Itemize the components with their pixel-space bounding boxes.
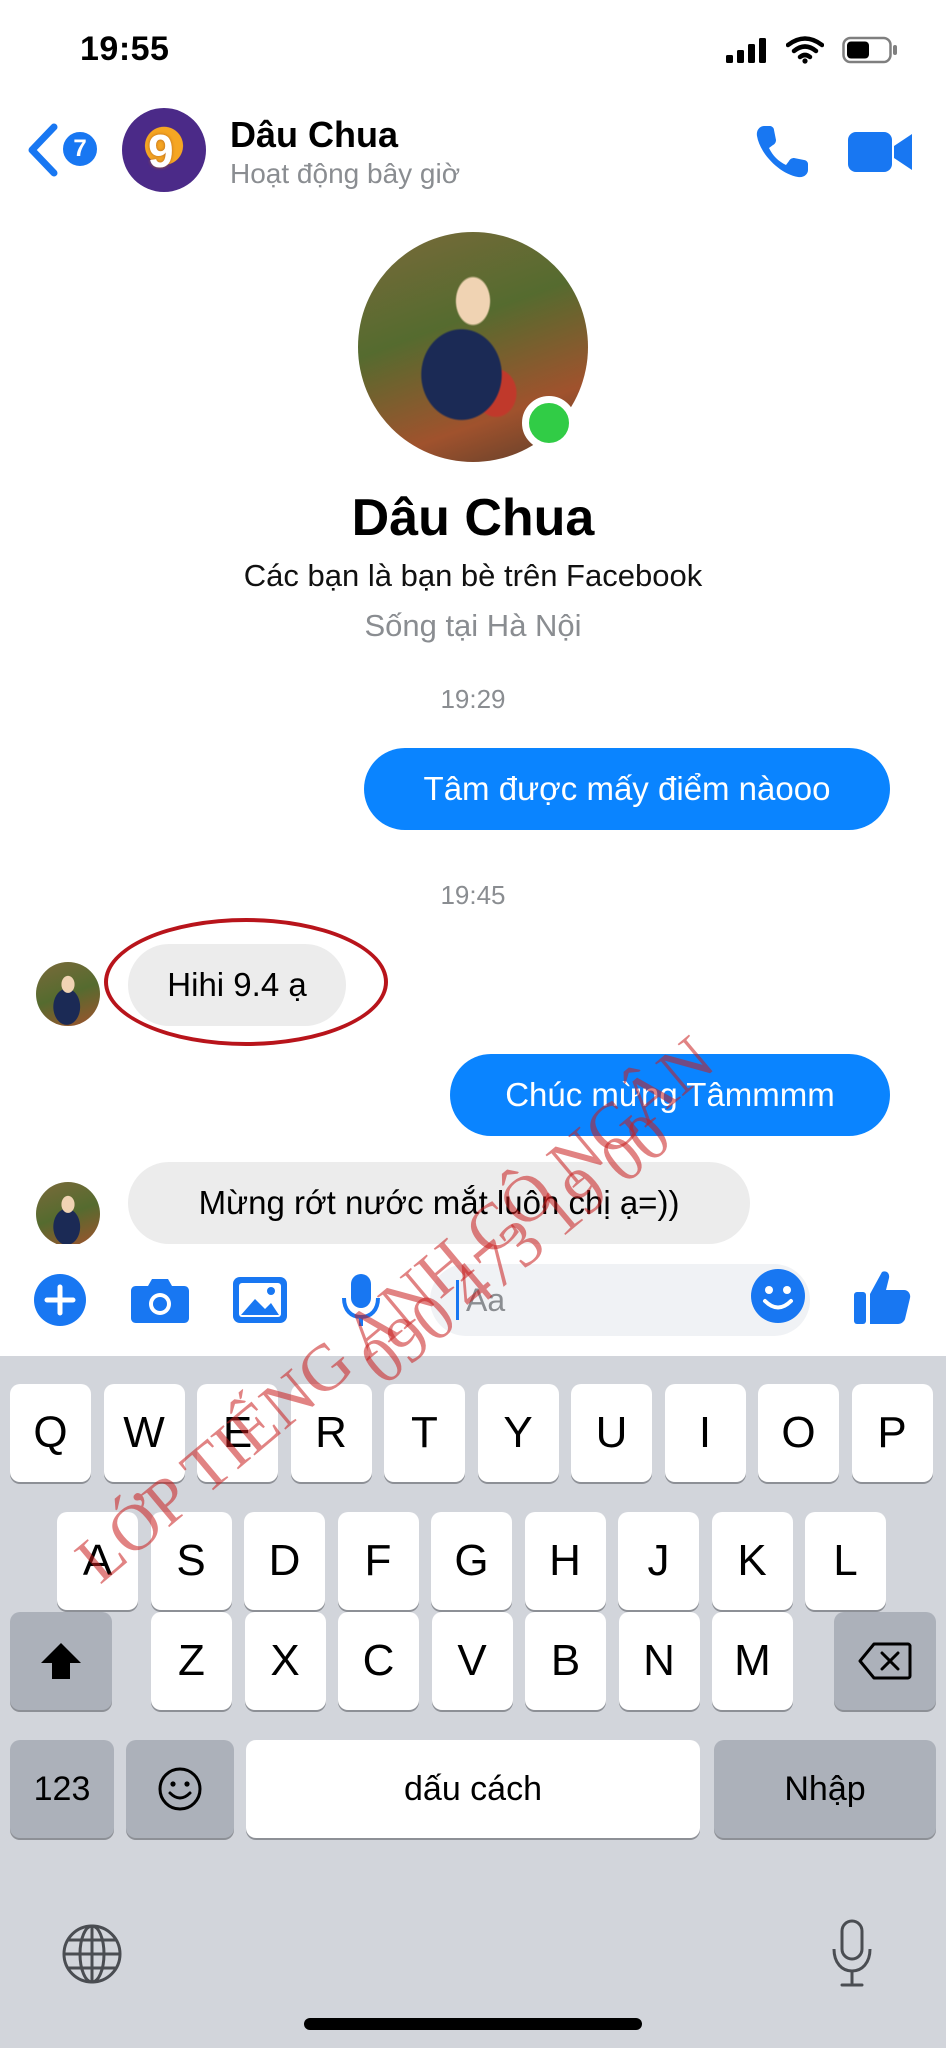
camera-button[interactable] bbox=[128, 1270, 192, 1330]
dictation-button[interactable] bbox=[824, 1916, 880, 1992]
key-o[interactable]: O bbox=[758, 1384, 839, 1482]
online-status-indicator bbox=[522, 396, 576, 450]
key-s[interactable]: S bbox=[150, 1512, 232, 1610]
backspace-icon bbox=[858, 1642, 912, 1680]
status-time: 19:55 bbox=[80, 30, 170, 68]
key-y[interactable]: Y bbox=[477, 1384, 559, 1482]
key-e[interactable]: E bbox=[197, 1384, 278, 1482]
shift-key[interactable] bbox=[10, 1612, 112, 1710]
unread-count-badge: 7 bbox=[60, 129, 100, 169]
video-call-button[interactable] bbox=[846, 126, 914, 178]
emoji-button[interactable] bbox=[750, 1268, 806, 1324]
sender-avatar[interactable] bbox=[36, 1182, 100, 1246]
home-indicator[interactable] bbox=[304, 2018, 642, 2030]
video-camera-icon bbox=[848, 132, 912, 172]
key-t[interactable]: T bbox=[384, 1384, 465, 1482]
gallery-button[interactable] bbox=[228, 1270, 292, 1330]
composer-bar: Aa bbox=[0, 1244, 946, 1354]
space-key[interactable]: dấu cách bbox=[246, 1740, 700, 1838]
battery-icon bbox=[842, 36, 897, 64]
key-a[interactable]: A bbox=[57, 1512, 138, 1610]
language-switch-button[interactable] bbox=[60, 1922, 124, 1986]
cellular-signal-icon bbox=[726, 38, 766, 63]
contact-name[interactable]: Dâu Chua bbox=[230, 114, 398, 156]
sender-avatar[interactable] bbox=[36, 962, 100, 1026]
status-bar: 19:55 bbox=[0, 0, 946, 100]
red-circle-annotation bbox=[104, 918, 388, 1046]
smiley-icon bbox=[751, 1269, 805, 1323]
key-x[interactable]: X bbox=[244, 1612, 326, 1710]
text-caret bbox=[456, 1280, 459, 1320]
chat-header: 7 9 Dâu Chua Hoạt động bây giờ bbox=[0, 100, 946, 200]
profile-location: Sống tại Hà Nội bbox=[364, 608, 582, 643]
contact-avatar[interactable]: 9 bbox=[122, 108, 206, 192]
friendship-note: Các bạn là bạn bè trên Facebook bbox=[243, 558, 703, 593]
key-m[interactable]: M bbox=[712, 1612, 793, 1710]
key-f[interactable]: F bbox=[337, 1512, 419, 1610]
message-input-placeholder: Aa bbox=[466, 1282, 506, 1318]
camera-icon bbox=[131, 1279, 189, 1323]
voice-call-button[interactable] bbox=[750, 120, 814, 184]
key-k[interactable]: K bbox=[711, 1512, 793, 1610]
keyboard: QWERTYUIOP ASDFGHJKL ZXCVBNM 123 dấu các… bbox=[0, 1356, 946, 2048]
key-l[interactable]: L bbox=[805, 1512, 886, 1610]
globe-icon bbox=[62, 1924, 122, 1984]
message-timestamp: 19:29 bbox=[440, 684, 506, 714]
key-z[interactable]: Z bbox=[151, 1612, 232, 1710]
microphone-icon bbox=[342, 1274, 380, 1326]
plus-circle-icon bbox=[34, 1274, 86, 1326]
shift-arrow-icon bbox=[41, 1643, 81, 1679]
back-button[interactable]: 7 bbox=[26, 122, 102, 178]
key-c[interactable]: C bbox=[338, 1612, 419, 1710]
key-g[interactable]: G bbox=[431, 1512, 512, 1610]
chevron-left-icon bbox=[28, 123, 58, 177]
key-w[interactable]: W bbox=[103, 1384, 185, 1482]
emoji-face-icon bbox=[158, 1767, 202, 1811]
avatar-logo-text: 9 bbox=[148, 125, 174, 177]
key-i[interactable]: I bbox=[664, 1384, 746, 1482]
more-actions-button[interactable] bbox=[30, 1270, 90, 1330]
voice-message-button[interactable] bbox=[334, 1270, 388, 1330]
key-b[interactable]: B bbox=[525, 1612, 606, 1710]
key-d[interactable]: D bbox=[244, 1512, 325, 1610]
key-p[interactable]: P bbox=[851, 1384, 933, 1482]
message-timestamp: 19:45 bbox=[440, 880, 506, 910]
key-u[interactable]: U bbox=[571, 1384, 652, 1482]
phone-icon bbox=[756, 126, 808, 178]
emoji-keyboard-key[interactable] bbox=[126, 1740, 234, 1838]
like-button[interactable] bbox=[850, 1266, 914, 1330]
contact-activity-status: Hoạt động bây giờ bbox=[230, 158, 461, 189]
key-v[interactable]: V bbox=[431, 1612, 513, 1710]
dictation-microphone-icon bbox=[832, 1919, 872, 1987]
thumbs-up-icon bbox=[854, 1271, 911, 1324]
sent-message[interactable]: Tâm được mấy điểm nàooo bbox=[364, 748, 890, 830]
wifi-icon bbox=[786, 36, 824, 64]
key-q[interactable]: Q bbox=[10, 1384, 91, 1482]
key-j[interactable]: J bbox=[618, 1512, 699, 1610]
status-icons bbox=[726, 36, 898, 64]
backspace-key[interactable] bbox=[834, 1612, 936, 1710]
image-icon bbox=[233, 1277, 287, 1323]
received-message[interactable]: Mừng rớt nước mắt luôn chị ạ=)) bbox=[128, 1162, 750, 1244]
key-h[interactable]: H bbox=[524, 1512, 606, 1610]
sent-message[interactable]: Chúc mừng Tâmmmm bbox=[450, 1054, 890, 1136]
profile-name: Dâu Chua bbox=[351, 489, 595, 547]
numbers-key[interactable]: 123 bbox=[10, 1740, 114, 1838]
key-r[interactable]: R bbox=[290, 1384, 372, 1482]
key-n[interactable]: N bbox=[618, 1612, 700, 1710]
return-key[interactable]: Nhập bbox=[714, 1740, 936, 1838]
